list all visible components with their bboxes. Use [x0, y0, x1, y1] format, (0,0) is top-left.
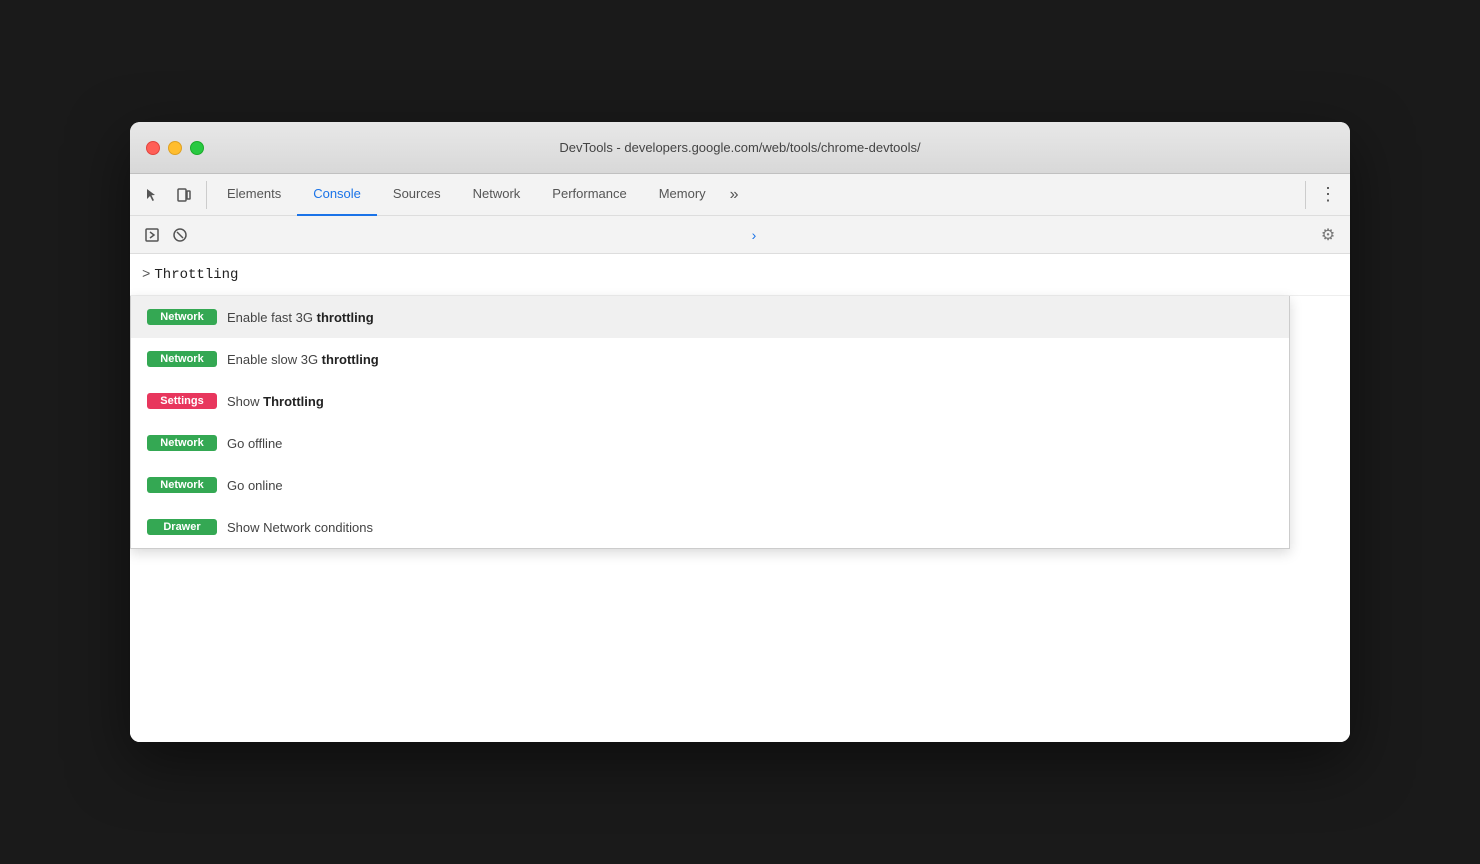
autocomplete-item-fast-3g[interactable]: Network Enable fast 3G throttling [131, 296, 1289, 338]
traffic-lights [146, 141, 204, 155]
tab-memory[interactable]: Memory [643, 174, 722, 216]
close-button[interactable] [146, 141, 160, 155]
autocomplete-item-go-online[interactable]: Network Go online [131, 464, 1289, 506]
item-text-fast-3g: Enable fast 3G throttling [227, 310, 374, 325]
badge-network-3: Network [147, 435, 217, 451]
secondary-toolbar: › ⚙ [130, 216, 1350, 254]
console-input[interactable]: Throttling [154, 267, 1338, 283]
autocomplete-item-go-offline[interactable]: Network Go offline [131, 422, 1289, 464]
badge-network-4: Network [147, 477, 217, 493]
toolbar-right-group: ⋮ [1305, 181, 1342, 209]
expand-button[interactable] [138, 221, 166, 249]
more-options-button[interactable]: ⋮ [1314, 181, 1342, 209]
badge-network-2: Network [147, 351, 217, 367]
main-toolbar: Elements Console Sources Network Perform… [130, 174, 1350, 216]
item-text-network-conditions: Show Network conditions [227, 520, 373, 535]
minimize-button[interactable] [168, 141, 182, 155]
devtools-window: DevTools - developers.google.com/web/too… [130, 122, 1350, 742]
title-bar: DevTools - developers.google.com/web/too… [130, 122, 1350, 174]
console-prompt: > [142, 267, 150, 283]
window-title: DevTools - developers.google.com/web/too… [559, 140, 920, 155]
clear-console-button[interactable] [166, 221, 194, 249]
devtools-panel: Elements Console Sources Network Perform… [130, 174, 1350, 742]
badge-drawer: Drawer [147, 519, 217, 535]
maximize-button[interactable] [190, 141, 204, 155]
item-text-go-online: Go online [227, 478, 283, 493]
tab-network[interactable]: Network [457, 174, 537, 216]
toolbar-icon-group [138, 181, 207, 209]
tab-more-button[interactable]: » [722, 174, 747, 216]
tab-sources[interactable]: Sources [377, 174, 457, 216]
settings-gear-icon[interactable]: ⚙ [1314, 221, 1342, 249]
autocomplete-dropdown: Network Enable fast 3G throttling Networ… [130, 296, 1290, 549]
item-text-slow-3g: Enable slow 3G throttling [227, 352, 379, 367]
tab-console[interactable]: Console [297, 174, 377, 216]
console-input-row[interactable]: > Throttling [130, 254, 1350, 296]
autocomplete-item-show-throttling[interactable]: Settings Show Throttling [131, 380, 1289, 422]
badge-settings: Settings [147, 393, 217, 409]
tab-elements[interactable]: Elements [211, 174, 297, 216]
item-text-show-throttling: Show Throttling [227, 394, 324, 409]
console-area: > Throttling Network Enable fast 3G thro… [130, 254, 1350, 742]
badge-network-1: Network [147, 309, 217, 325]
device-mode-icon[interactable] [170, 181, 198, 209]
tab-performance[interactable]: Performance [536, 174, 642, 216]
autocomplete-item-network-conditions[interactable]: Drawer Show Network conditions [131, 506, 1289, 548]
tab-list: Elements Console Sources Network Perform… [211, 174, 1305, 216]
item-text-go-offline: Go offline [227, 436, 282, 451]
autocomplete-item-slow-3g[interactable]: Network Enable slow 3G throttling [131, 338, 1289, 380]
select-element-icon[interactable] [138, 181, 166, 209]
chevron-right-icon[interactable]: › [752, 227, 757, 243]
